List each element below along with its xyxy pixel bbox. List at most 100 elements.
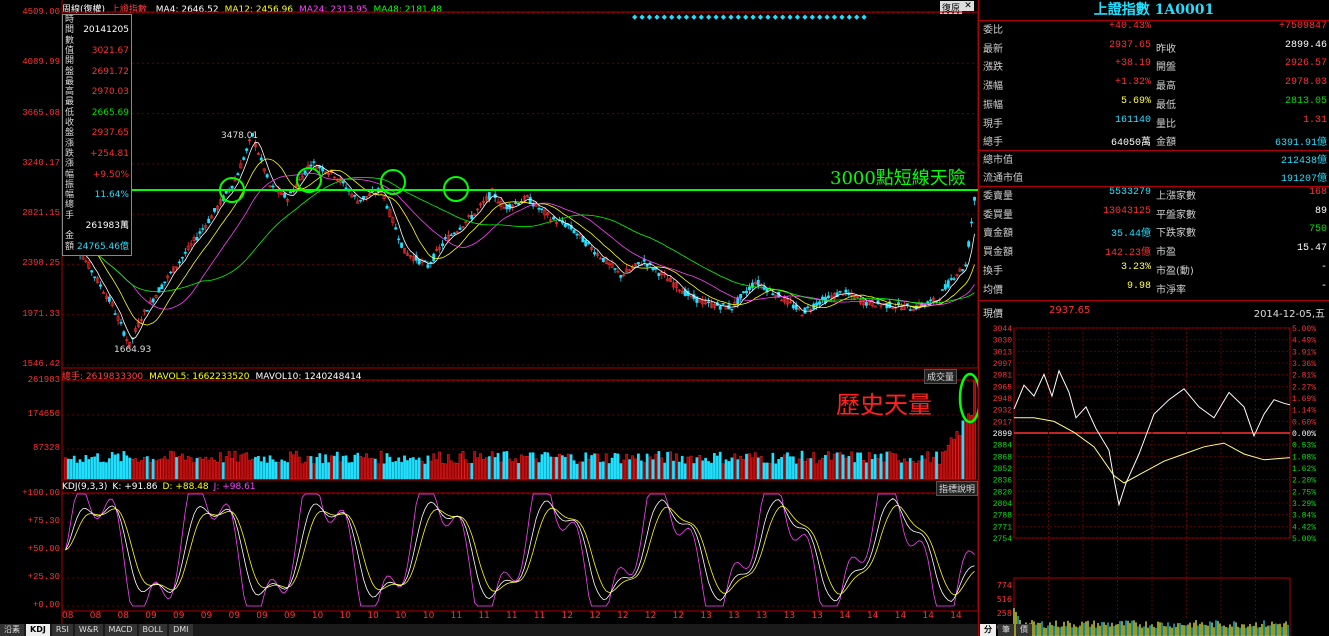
info-value: 3021.67 [91, 45, 129, 56]
indicator-tab[interactable]: RSI [51, 624, 73, 636]
candle-body [163, 281, 167, 284]
x-tick-label: 11 [533, 611, 546, 621]
signal-marker: ◆ [758, 13, 764, 21]
volume-bar [502, 451, 506, 480]
candle-body [169, 271, 173, 274]
volume-bar [677, 461, 681, 480]
volume-bar [163, 456, 167, 480]
intraday-chart-canvas[interactable]: 3044 5.00% 3030 4.49% 3013 3.91% 2997 3.36% 2981… [978, 320, 1329, 636]
quote-value: 9.98 [1126, 280, 1151, 292]
info-label: 收 [65, 118, 75, 128]
resistance-annotation: 3000點短線天險 [830, 168, 966, 189]
volume-bar [134, 458, 137, 480]
intraday-price-tick: 2836 [993, 477, 1012, 486]
y-tick-label: 174656 [27, 409, 60, 419]
volume-bar [411, 457, 415, 480]
indicator-tab[interactable]: BOLL [138, 624, 168, 636]
volume-bar [841, 454, 845, 480]
volume-bar [379, 450, 383, 480]
x-tick-label: 14 [922, 611, 934, 621]
market-value: 191207億 [1280, 173, 1327, 185]
signal-marker: ◆ [802, 13, 808, 21]
volume-bar [268, 455, 272, 480]
quote-label: 均價 [983, 284, 1003, 296]
volume-bar [926, 451, 930, 480]
candle-body [742, 291, 746, 293]
quote-label: 下跌家數 [1156, 228, 1196, 240]
volume-bar [695, 457, 699, 480]
volume-bar [376, 463, 380, 480]
indicator-help-button[interactable]: 指標說明 [936, 481, 979, 496]
volume-bar [309, 456, 313, 480]
info-value: 2665.69 [91, 107, 129, 118]
volume-bar [809, 458, 813, 480]
quote-label: 金額 [1156, 137, 1176, 149]
info-value: +254.81 [89, 148, 129, 159]
volume-bar [949, 437, 953, 480]
quote-label: 現手 [983, 118, 1003, 130]
volume-bar [359, 456, 363, 480]
volume-bar [371, 457, 374, 480]
volume-bar [505, 451, 509, 480]
volume-bar [552, 457, 555, 480]
indicator-tab[interactable]: W&R [74, 624, 103, 636]
volume-bar [96, 453, 99, 480]
indicator-tab[interactable]: DMI [169, 624, 193, 636]
intraday-price-tick: 2917 [993, 418, 1012, 427]
info-label: 幅 [65, 190, 75, 201]
signal-marker: ◆ [676, 13, 682, 21]
volume-bar [350, 462, 354, 480]
intraday-price-tick: 2820 [993, 488, 1012, 497]
intraday-tab[interactable]: 分 [980, 624, 996, 636]
volume-bar [458, 453, 462, 480]
volume-bar [213, 460, 216, 480]
quote-label: 委賣量 [983, 191, 1013, 202]
candle-body [341, 181, 345, 184]
candle-body [113, 313, 117, 315]
volume-bar [479, 453, 482, 480]
quote-date: 2014-12-05,五 [1253, 309, 1325, 320]
volume-bar [514, 458, 517, 480]
quote-label: 最低 [1156, 99, 1176, 111]
volume-bar [420, 460, 424, 480]
volume-button[interactable]: 成交量 [924, 369, 958, 384]
candle-body [178, 261, 181, 264]
kdj-header-item: K: +91.86 [112, 482, 158, 492]
candle-body [394, 227, 398, 230]
intraday-price-tick: 2965 [993, 383, 1012, 392]
volume-bar [862, 460, 865, 480]
main-chart-canvas[interactable]: ◆ ◆ ◆ ◆ ◆ ◆ ◆ ◆ ◆ ◆ ◆ ◆ ◆ ◆ ◆ ◆ ◆ ◆ ◆ ◆ ◆ ◆ ◆ ◆ ◆ ◆ ◆ ◆ ◆ ◆ ◆ ◆ [0, 0, 978, 636]
volume-bar [262, 456, 266, 480]
quote-value: 2926.57 [1284, 58, 1327, 70]
volume-bar [265, 462, 269, 480]
x-tick-label: 09 [284, 611, 296, 621]
signal-marker: ◆ [684, 13, 690, 21]
volume-bar [905, 461, 909, 480]
volume-bar [599, 461, 602, 480]
x-tick-label: 12 [617, 611, 629, 621]
intraday-price-tick: 2997 [993, 360, 1012, 369]
intraday-tab[interactable]: 價 [1016, 624, 1032, 636]
indicator-tab[interactable]: KDJ [26, 624, 50, 636]
x-tick-label: 11 [450, 611, 463, 621]
candle-body [93, 276, 97, 279]
volume-bar [69, 459, 73, 480]
volume-bar [943, 450, 947, 480]
intraday-tab[interactable]: 筆 [998, 624, 1014, 636]
info-value: 11.64% [94, 190, 129, 201]
volume-bar [207, 460, 211, 480]
volume-bar [569, 454, 573, 480]
quote-value: 64050萬 [1110, 138, 1151, 150]
signal-marker: ◆ [662, 13, 668, 21]
volume-bar [523, 456, 526, 480]
volume-bar [961, 420, 965, 480]
volume-bar [718, 451, 722, 480]
info-row: 幅 +9.50% [65, 170, 129, 180]
volume-bar [145, 456, 149, 480]
indicator-tab[interactable]: 沿素 [0, 624, 24, 636]
volume-bar [938, 463, 941, 480]
indicator-tab[interactable]: MACD [104, 624, 137, 636]
volume-bar [917, 460, 921, 480]
volume-bar [353, 454, 357, 480]
volume-bar [581, 461, 585, 480]
